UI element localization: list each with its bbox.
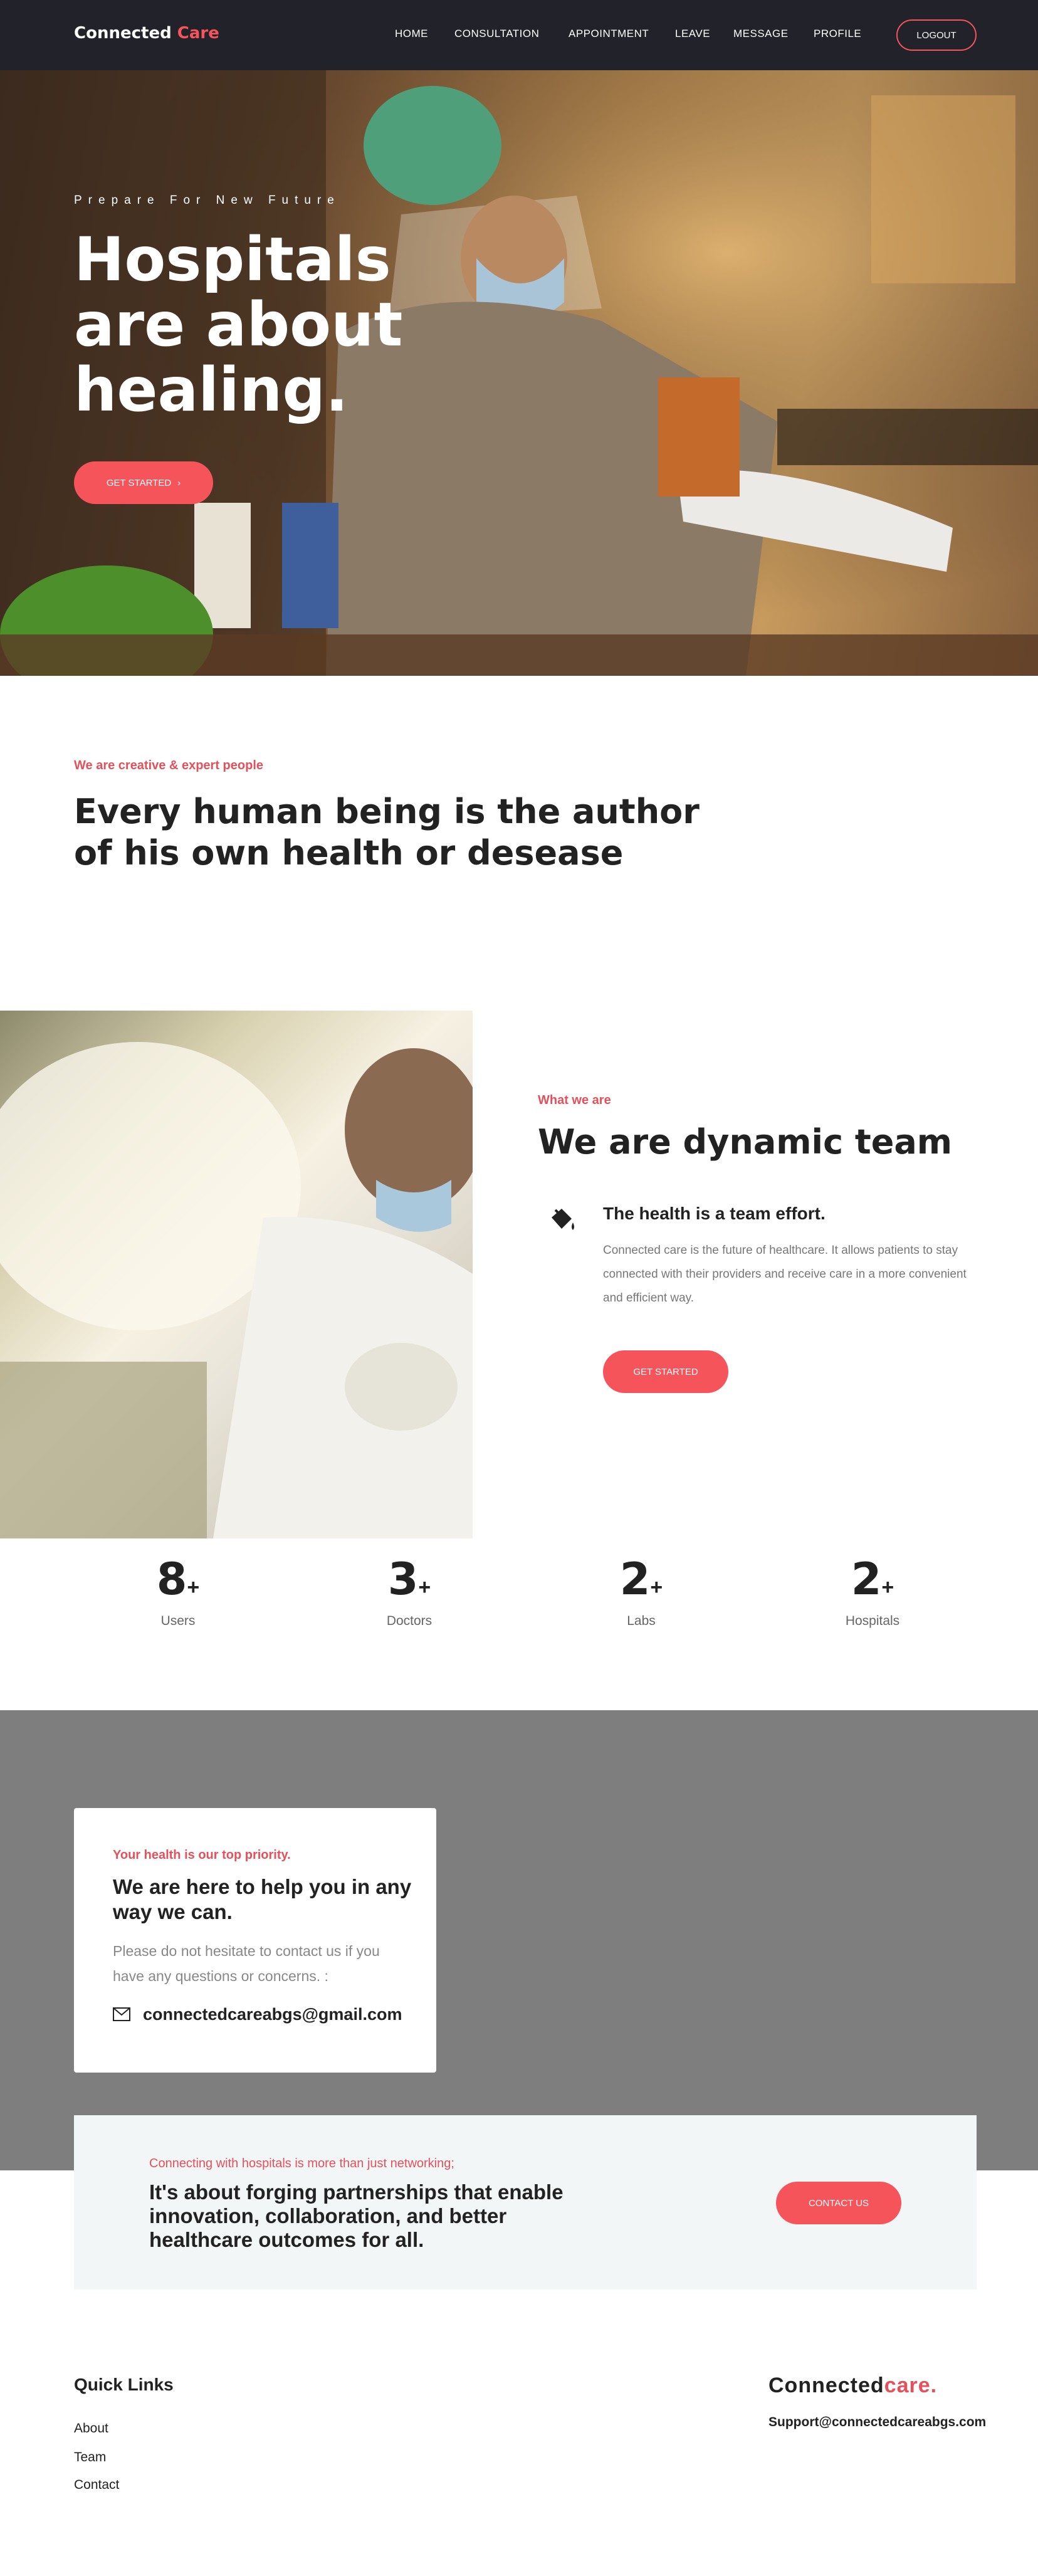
brand-name: Connected bbox=[74, 24, 172, 43]
hero-banner: Prepare For New Future Hospitals are abo… bbox=[0, 70, 1038, 676]
hero-title: Hospitals are about healing. bbox=[74, 224, 403, 425]
nav-home[interactable]: HOME bbox=[395, 28, 428, 40]
nav-appointment[interactable]: APPOINTMENT bbox=[569, 28, 649, 40]
stat-users: 8+ Users bbox=[84, 1553, 272, 1629]
stat-label: Labs bbox=[627, 1614, 656, 1628]
stat-labs: 2+ Labs bbox=[547, 1553, 735, 1629]
feature-description: Connected care is the future of healthca… bbox=[603, 1244, 967, 1305]
contact-us-button[interactable]: CONTACT US bbox=[776, 2182, 901, 2224]
logout-button[interactable]: LOGOUT bbox=[896, 19, 977, 51]
footer-link-team[interactable]: Team bbox=[74, 2450, 106, 2465]
hero-get-started-button[interactable]: GET STARTED › bbox=[74, 461, 213, 504]
partner-title: It's about forging partnerships that ena… bbox=[149, 2180, 564, 2251]
stat-value: 2 bbox=[851, 1553, 882, 1605]
stat-doctors: 3+ Doctors bbox=[315, 1553, 503, 1629]
brand-logo[interactable]: Connected Care bbox=[74, 24, 219, 43]
team-title: We are dynamic team bbox=[538, 1122, 953, 1162]
stat-label: Users bbox=[160, 1614, 196, 1628]
stat-hospitals: 2+ Hospitals bbox=[778, 1553, 967, 1629]
doctor-image bbox=[0, 1042, 473, 1538]
footer-brand-accent: care. bbox=[884, 2374, 938, 2397]
team-get-started-button[interactable]: GET STARTED bbox=[603, 1350, 728, 1393]
chevron-right-icon: › bbox=[177, 477, 181, 488]
stat-label: Hospitals bbox=[845, 1614, 900, 1628]
contact-title: We are here to help you in any way we ca… bbox=[113, 1875, 412, 1923]
contact-email-link[interactable]: connectedcareabgs@gmail.com bbox=[143, 2005, 402, 2024]
mail-icon bbox=[113, 2007, 130, 2021]
stat-suffix: + bbox=[881, 1575, 894, 1599]
stat-value: 3 bbox=[387, 1553, 419, 1605]
contact-card: Your health is our top priority. We are … bbox=[74, 1808, 436, 2073]
footer-brand-name: Connected bbox=[768, 2374, 884, 2397]
nav-message[interactable]: MESSAGE bbox=[733, 28, 789, 40]
brand-accent: Care bbox=[177, 24, 219, 43]
stat-value: 2 bbox=[619, 1553, 651, 1605]
partner-panel: Connecting with hospitals is more than j… bbox=[74, 2115, 977, 2289]
stat-value: 8 bbox=[156, 1553, 187, 1605]
intro-eyebrow: We are creative & expert people bbox=[74, 759, 263, 772]
nav-leave[interactable]: LEAVE bbox=[675, 28, 710, 40]
contact-eyebrow: Your health is our top priority. bbox=[113, 1848, 291, 1862]
contact-description: Please do not hesitate to contact us if … bbox=[113, 1943, 380, 1984]
footer-link-contact[interactable]: Contact bbox=[74, 2478, 119, 2493]
paint-bucket-icon bbox=[552, 1209, 574, 1230]
quick-links-heading: Quick Links bbox=[74, 2375, 174, 2394]
feature-heading: The health is a team effort. bbox=[603, 1204, 826, 1223]
nav-consultation[interactable]: CONSULTATION bbox=[454, 28, 539, 40]
support-email-link[interactable]: Support@connectedcareabgs.com bbox=[768, 2415, 986, 2430]
partner-eyebrow: Connecting with hospitals is more than j… bbox=[149, 2157, 454, 2170]
stat-suffix: + bbox=[650, 1575, 663, 1599]
footer-brand: Connectedcare. bbox=[768, 2374, 937, 2398]
stat-label: Doctors bbox=[386, 1614, 432, 1628]
team-eyebrow: What we are bbox=[538, 1093, 611, 1107]
top-navbar: Connected Care HOME CONSULTATION APPOINT… bbox=[0, 0, 1038, 70]
stat-suffix: + bbox=[187, 1575, 200, 1599]
footer-link-about[interactable]: About bbox=[74, 2421, 108, 2436]
hero-cta-label: GET STARTED bbox=[106, 477, 172, 488]
stat-suffix: + bbox=[418, 1575, 431, 1599]
hero-eyebrow: Prepare For New Future bbox=[74, 194, 340, 207]
team-photo bbox=[0, 1011, 473, 1538]
nav-profile[interactable]: PROFILE bbox=[814, 28, 861, 40]
intro-title: Every human being is the author of his o… bbox=[74, 792, 700, 873]
